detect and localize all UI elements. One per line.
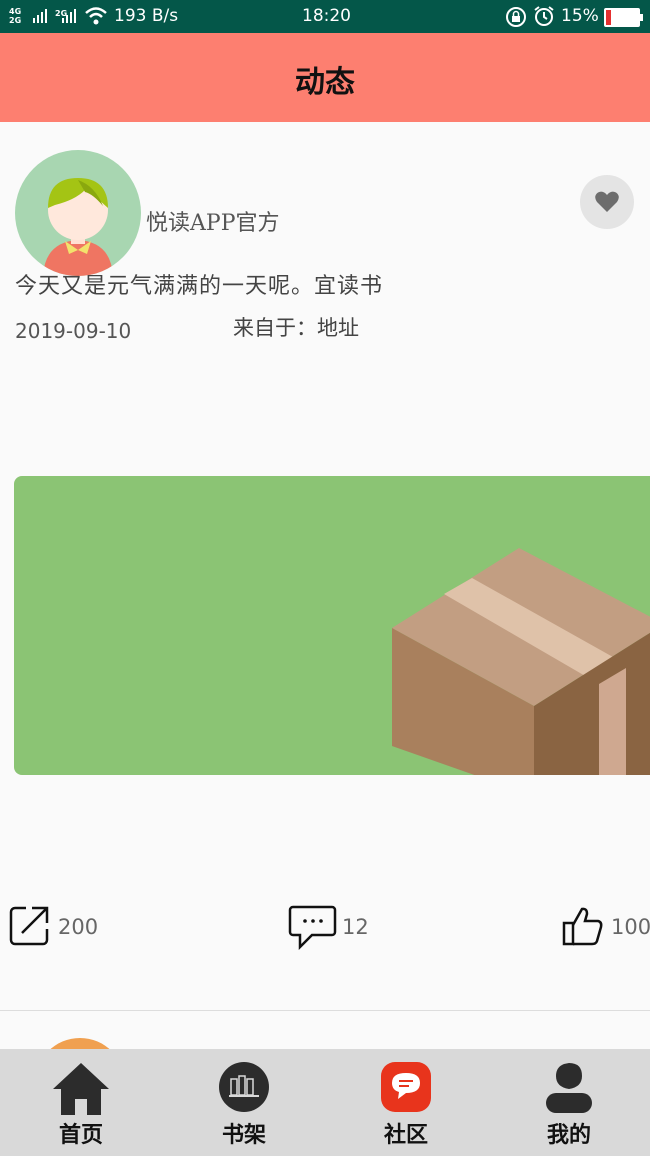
post-date: 2019-09-10 — [15, 319, 132, 343]
post-location: 来自于：地址 — [233, 316, 359, 340]
bookshelf-icon — [219, 1062, 269, 1112]
comment-action[interactable]: 12 — [288, 905, 388, 951]
tab-community-label: 社区 — [383, 1122, 428, 1148]
tab-home-label: 首页 — [58, 1122, 103, 1148]
title-bar: 动态 — [0, 33, 650, 122]
share-action[interactable]: 200 — [8, 905, 118, 949]
wifi-icon — [85, 7, 107, 25]
divider — [0, 1010, 650, 1011]
page-title: 动态 — [295, 65, 355, 100]
share-count: 200 — [58, 915, 99, 939]
share-icon — [9, 906, 49, 946]
post-image[interactable] — [14, 476, 650, 775]
tab-profile[interactable]: 我的 — [509, 1049, 629, 1156]
comment-count: 12 — [342, 915, 369, 939]
like-action[interactable]: 100 — [562, 905, 650, 949]
avatar[interactable] — [15, 150, 141, 276]
clock: 18:20 — [302, 6, 351, 26]
favorite-button[interactable] — [580, 175, 634, 229]
bottom-tab-bar: 首页 书架 社区 我的 — [0, 1049, 650, 1156]
like-count: 100 — [611, 915, 650, 939]
battery-percent: 15% — [561, 6, 599, 26]
net-speed: 193 B/s — [114, 6, 179, 26]
post-content: 今天又是元气满满的一天呢。宜读书 — [15, 274, 384, 299]
alarm-icon — [534, 6, 554, 26]
tab-bookshelf[interactable]: 书架 — [184, 1049, 304, 1156]
battery-icon — [604, 8, 643, 27]
comment-icon — [288, 905, 337, 951]
thumbs-up-icon — [562, 907, 603, 946]
heart-icon — [595, 191, 619, 212]
tab-profile-label: 我的 — [546, 1122, 591, 1148]
status-bar: 4G 2G 2G 193 B/s 18:20 15% — [0, 0, 650, 33]
profile-icon — [546, 1063, 592, 1113]
package-box-illustration — [392, 548, 650, 775]
signal-strength-2-icon — [62, 9, 76, 23]
avatar-illustration — [43, 178, 113, 276]
post-username[interactable]: 悦读APP官方 — [146, 205, 280, 237]
tab-community[interactable]: 社区 — [346, 1049, 466, 1156]
network-type-4g: 4G 2G — [9, 7, 22, 25]
tab-bookshelf-label: 书架 — [221, 1122, 266, 1148]
rotation-lock-icon — [506, 7, 526, 27]
signal-strength-icon — [33, 9, 47, 23]
tab-home[interactable]: 首页 — [21, 1049, 141, 1156]
community-icon — [381, 1062, 431, 1112]
home-icon — [53, 1063, 109, 1115]
